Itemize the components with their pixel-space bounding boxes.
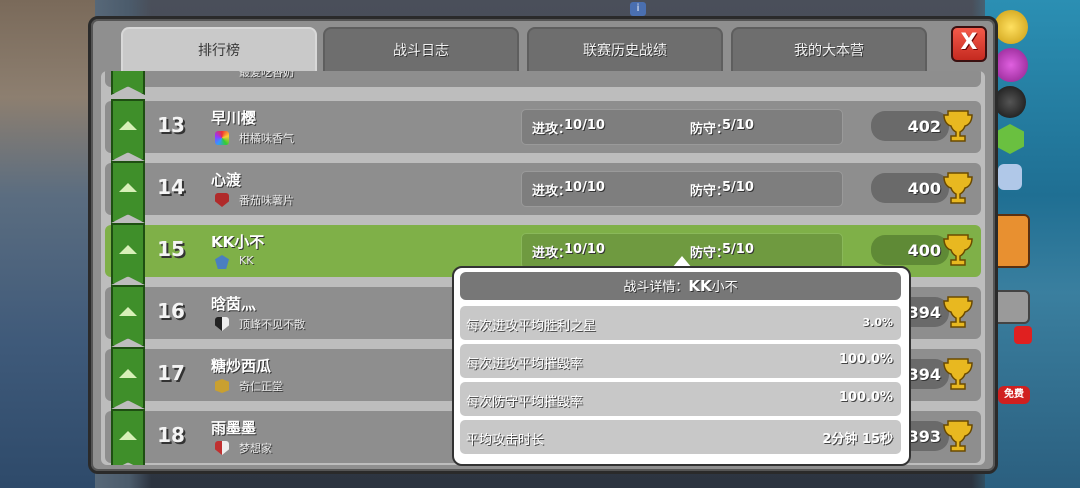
trophy-icon: [943, 358, 973, 390]
free-badge[interactable]: 免费: [998, 386, 1030, 404]
tab-leaderboard[interactable]: 排行榜: [121, 27, 317, 77]
popup-title: 战斗详情：KK小不: [460, 272, 901, 300]
rank-up-flag: [111, 409, 145, 465]
elixir-resource-icon: [994, 48, 1028, 82]
trophy-count: 394: [907, 303, 941, 322]
table-row[interactable]: 最爱吃香奶: [105, 71, 981, 95]
attack-value: 10/10: [564, 118, 605, 133]
stat-label: 每次进攻平均胜利之星: [466, 319, 597, 334]
gold-resource-icon: [994, 10, 1028, 44]
rank-number: 16: [157, 299, 185, 323]
rank-up-flag: [111, 347, 145, 409]
trophy-box: 402: [871, 111, 949, 141]
stats-box: 进攻： 10/10 防守： 5/10: [521, 109, 843, 145]
stat-value: 100.0%: [838, 390, 893, 405]
clan-badge-icon: [215, 131, 229, 145]
rank-up-flag: [111, 161, 145, 223]
defense-value: 5/10: [722, 242, 754, 257]
trophy-icon: [943, 172, 973, 204]
up-arrow-icon: [119, 431, 137, 440]
trophy-count: 400: [907, 179, 941, 198]
tab-my-village[interactable]: 我的大本营: [731, 27, 927, 77]
player-name[interactable]: 心渡: [211, 169, 241, 190]
dark-elixir-icon: [994, 86, 1026, 118]
rank-number: 18: [157, 423, 185, 447]
stat-label: 每次进攻平均摧毁率: [466, 357, 584, 372]
clan-badge-icon: [215, 379, 229, 393]
stat-row: 平均攻击时长 2分钟 15秒: [460, 420, 901, 454]
rank-up-flag: [111, 99, 145, 161]
trophy-count: 394: [907, 365, 941, 384]
stats-box: 进攻： 10/10 防守： 5/10: [521, 171, 843, 207]
rank-number: 13: [157, 113, 185, 137]
clan-name[interactable]: 顶峰不见不散: [239, 316, 305, 332]
trophy-count: 400: [907, 241, 941, 260]
trophy-count: 402: [907, 117, 941, 136]
trophy-box: 400: [871, 235, 949, 265]
battle-details-popup: 战斗详情：KK小不 每次进攻平均胜利之星 3.0% 每次进攻平均摧毁率 100.…: [452, 266, 911, 466]
defense-value: 5/10: [722, 118, 754, 133]
stat-value: 3.0%: [862, 316, 893, 329]
info-icon[interactable]: i: [630, 2, 646, 16]
player-name[interactable]: KK小不: [211, 231, 264, 252]
up-arrow-icon: [119, 369, 137, 378]
popup-title-name-rest: 小不: [711, 280, 738, 295]
popup-title-name-bold: KK: [688, 277, 712, 295]
rank-number: 15: [157, 237, 185, 261]
trophy-icon: [943, 420, 973, 452]
trophy-icon: [943, 234, 973, 266]
clan-name[interactable]: 柑橘味香气: [239, 130, 294, 146]
attack-value: 10/10: [564, 242, 605, 257]
clan-name[interactable]: 番茄味薯片: [239, 192, 294, 208]
rank-number: 14: [157, 175, 185, 199]
trophy-icon: [943, 296, 973, 328]
left-background-strip: [0, 0, 95, 488]
scroll-icon: [998, 164, 1022, 190]
up-arrow-icon: [119, 183, 137, 192]
tab-league-history[interactable]: 联赛历史战绩: [527, 27, 723, 77]
tab-battle-log[interactable]: 战斗日志: [323, 27, 519, 77]
stat-value: 100.0%: [838, 352, 893, 367]
clan-name[interactable]: 梦想家: [239, 440, 272, 456]
clan-badge-icon: [215, 255, 229, 269]
stat-label: 平均攻击时长: [466, 433, 545, 448]
clan-name: 最爱吃香奶: [239, 71, 294, 79]
table-row[interactable]: 13 早川樱 柑橘味香气 进攻： 10/10 防守： 5/10 402: [105, 99, 981, 161]
stat-row: 每次进攻平均摧毁率 100.0%: [460, 344, 901, 378]
player-name[interactable]: 雨墨墨: [211, 417, 256, 438]
table-row[interactable]: 14 心渡 番茄味薯片 进攻： 10/10 防守： 5/10 400: [105, 161, 981, 223]
popup-title-prefix: 战斗详情：: [623, 280, 689, 295]
rank-up-flag: [111, 285, 145, 347]
up-arrow-icon: [119, 121, 137, 130]
attack-value: 10/10: [564, 180, 605, 195]
stat-value: 2分钟 15秒: [822, 432, 893, 447]
player-name[interactable]: 晗茵灬: [211, 293, 256, 314]
clan-badge-icon: [215, 441, 229, 455]
stat-label: 每次防守平均摧毁率: [466, 395, 584, 410]
clan-badge-icon: [215, 193, 229, 207]
close-button[interactable]: X: [951, 26, 987, 62]
rank-up-flag: [111, 71, 145, 95]
stat-row: 每次进攻平均胜利之星 3.0%: [460, 306, 901, 340]
player-name[interactable]: 糖炒西瓜: [211, 355, 271, 376]
rank-number: 17: [157, 361, 185, 385]
up-arrow-icon: [119, 245, 137, 254]
player-name[interactable]: 早川樱: [211, 107, 256, 128]
stat-row: 每次防守平均摧毁率 100.0%: [460, 382, 901, 416]
trophy-icon: [943, 110, 973, 142]
up-arrow-icon: [119, 307, 137, 316]
clan-name[interactable]: 奇仁正堂: [239, 378, 283, 394]
trophy-box: 400: [871, 173, 949, 203]
clan-name[interactable]: KK: [239, 254, 253, 267]
clan-badge-icon: [215, 317, 229, 331]
notification-badge: [1014, 326, 1032, 344]
rank-up-flag: [111, 223, 145, 285]
trophy-count: 393: [907, 427, 941, 446]
defense-value: 5/10: [722, 180, 754, 195]
